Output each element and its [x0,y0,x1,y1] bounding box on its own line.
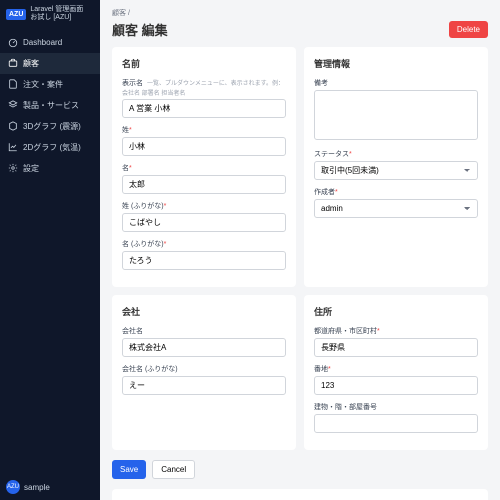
nav-2dgraph[interactable]: 2Dグラフ (気温) [0,137,100,158]
logo-badge: AZU [6,9,26,20]
cube-icon [8,121,18,131]
addr-card: 住所 都道府県・市区町村* 番地* 建物・階・部屋番号 [304,295,488,450]
user-name: sample [24,483,50,492]
sidebar: AZU Laravel 管理画面 お試し [AZU] Dashboard 顧客 … [0,0,100,500]
avatar: AZU [6,480,20,494]
form-actions: Save Cancel [112,460,488,479]
cancel-button[interactable]: Cancel [152,460,195,479]
nav-products[interactable]: 製品・サービス [0,95,100,116]
orders-card: 注文・案件 New Delete selected 🔍 ｽﾃ 作業状態 [112,489,488,500]
mei-kana-input[interactable] [122,251,286,270]
name-card: 名前 表示名一覧、プルダウンメニューに、表示されます。例：会社名 部署名 担当者… [112,47,296,287]
creator-select[interactable]: admin [314,199,478,218]
layers-icon [8,100,18,110]
bldg-input[interactable] [314,414,478,433]
main: 顧客 / 顧客 編集 Delete 名前 表示名一覧、プルダウンメニューに、表示… [100,0,500,500]
street-input[interactable] [314,376,478,395]
logo: AZU Laravel 管理画面 お試し [AZU] [0,0,100,29]
company-card: 会社 会社名 会社名 (ふりがな) [112,295,296,450]
save-button[interactable]: Save [112,460,146,479]
company-name-label: 会社名 [122,326,286,336]
briefcase-icon [8,58,18,68]
sei-kana-label: 姓 (ふりがな)* [122,201,286,211]
display-input[interactable] [122,99,286,118]
note-label: 備考 [314,78,478,88]
mei-kana-label: 名 (ふりがな)* [122,239,286,249]
status-select[interactable]: 取引中(5回未満) [314,161,478,180]
chart-icon [8,142,18,152]
note-textarea[interactable] [314,90,478,140]
breadcrumb: 顧客 / [112,8,488,18]
addr-card-title: 住所 [314,305,478,318]
company-kana-input[interactable] [122,376,286,395]
mgmt-card-title: 管理情報 [314,57,478,70]
sei-input[interactable] [122,137,286,156]
company-card-title: 会社 [122,305,286,318]
logo-text: Laravel 管理画面 お試し [AZU] [30,6,83,23]
company-kana-label: 会社名 (ふりがな) [122,364,286,374]
mgmt-card: 管理情報 備考 ステータス* 取引中(5回未満) 作成者* admin [304,47,488,287]
nav: Dashboard 顧客 注文・案件 製品・サービス 3Dグラフ (震源) 2D… [0,29,100,474]
delete-button[interactable]: Delete [449,21,488,38]
pref-input[interactable] [314,338,478,357]
display-label: 表示名一覧、プルダウンメニューに、表示されます。例：会社名 部署名 担当者名 [122,78,286,97]
nav-3dgraph[interactable]: 3Dグラフ (震源) [0,116,100,137]
status-label: ステータス* [314,149,478,159]
nav-orders[interactable]: 注文・案件 [0,74,100,95]
page-title: 顧客 編集 [112,20,168,39]
sei-kana-input[interactable] [122,213,286,232]
nav-customers[interactable]: 顧客 [0,53,100,74]
creator-label: 作成者* [314,187,478,197]
crumb-parent[interactable]: 顧客 [112,10,126,17]
user-info[interactable]: AZU sample [0,474,100,500]
pref-label: 都道府県・市区町村* [314,326,478,336]
street-label: 番地* [314,364,478,374]
bldg-label: 建物・階・部屋番号 [314,402,478,412]
company-name-input[interactable] [122,338,286,357]
name-card-title: 名前 [122,57,286,70]
gauge-icon [8,38,18,48]
document-icon [8,79,18,89]
gear-icon [8,163,18,173]
sei-label: 姓* [122,125,286,135]
nav-settings[interactable]: 設定 [0,158,100,179]
mei-input[interactable] [122,175,286,194]
mei-label: 名* [122,163,286,173]
nav-dashboard[interactable]: Dashboard [0,33,100,53]
